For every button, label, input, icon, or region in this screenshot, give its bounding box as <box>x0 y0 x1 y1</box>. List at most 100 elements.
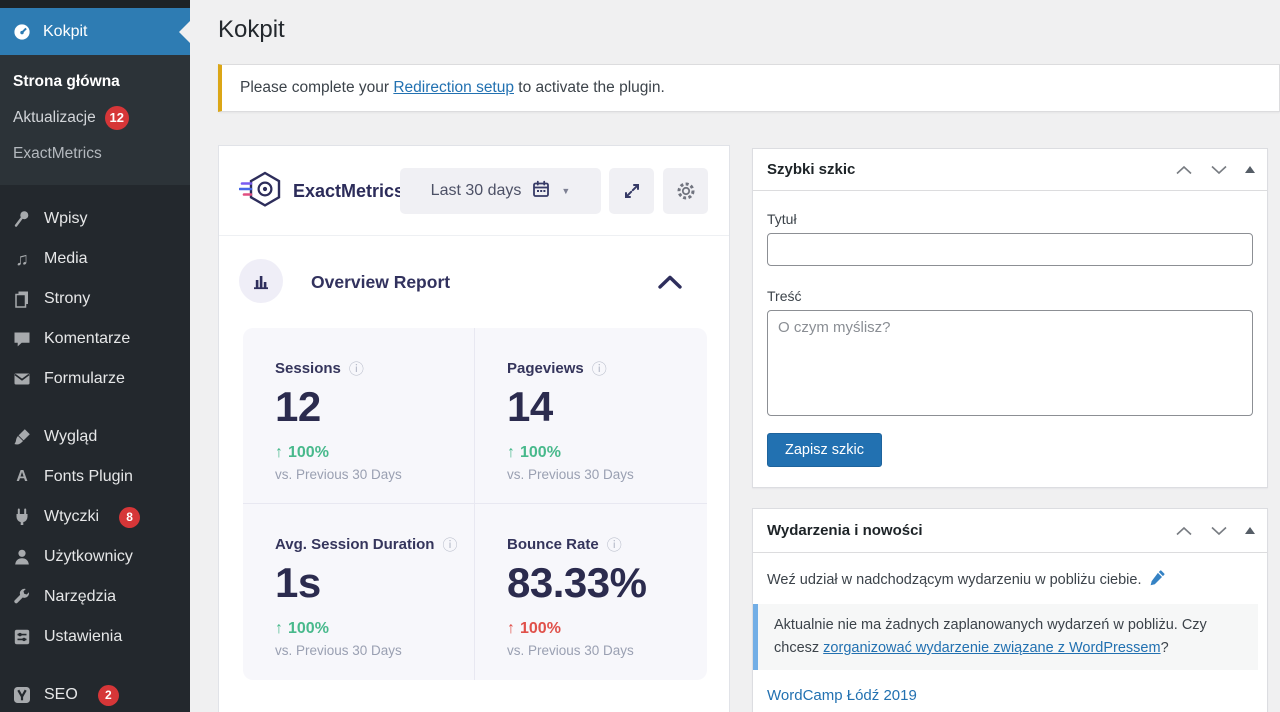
up-arrow-icon: ↑ <box>507 444 515 461</box>
sidebar-item-users[interactable]: Użytkownicy <box>0 537 190 577</box>
draft-title-label: Tytuł <box>767 211 797 227</box>
chevron-down-icon: ▼ <box>561 186 570 196</box>
quick-draft-panel: Szybki szkic Tytuł Treść Zapisz szkic <box>752 148 1268 488</box>
stat-compare: vs. Previous 30 Days <box>507 467 707 482</box>
events-news-title: Wydarzenia i nowości <box>767 522 1175 539</box>
stat-bounce-rate: Bounce Rateⓘ 83.33% ↑100% vs. Previous 3… <box>475 504 707 680</box>
report-settings-button[interactable] <box>663 168 708 214</box>
info-icon[interactable]: ⓘ <box>592 358 607 379</box>
collapse-toggle-icon[interactable] <box>1245 527 1255 534</box>
stat-avg-session-duration: Avg. Session Durationⓘ 1s ↑100% vs. Prev… <box>243 504 475 680</box>
menu-group-content: Wpisy ♫ Media Strony Komentarze <box>0 199 190 399</box>
up-arrow-icon: ↑ <box>275 620 283 637</box>
stat-value: 12 <box>275 383 474 431</box>
info-icon[interactable]: ⓘ <box>607 534 622 555</box>
notice-text: Please complete your Redirection setup t… <box>240 79 665 97</box>
draft-content-label: Treść <box>767 288 801 304</box>
stat-change: ↑100% <box>507 444 707 462</box>
plugins-count-badge: 8 <box>119 507 140 528</box>
up-arrow-icon: ↑ <box>275 444 283 461</box>
adminbar-strip <box>0 0 190 8</box>
sidebar-item-appearance[interactable]: Wygląd <box>0 417 190 457</box>
plug-icon <box>12 507 32 527</box>
info-icon[interactable]: ⓘ <box>349 358 364 379</box>
date-range-button[interactable]: Last 30 days ▼ <box>400 168 601 214</box>
quick-draft-title: Szybki szkic <box>767 161 1175 178</box>
sidebar-item-exactmetrics[interactable]: ExactMetrics <box>0 137 190 171</box>
stat-change: ↑100% <box>275 444 474 462</box>
stat-pageviews: Pageviewsⓘ 14 ↑100% vs. Previous 30 Days <box>475 328 707 504</box>
mail-icon <box>12 369 32 389</box>
chevron-up-icon[interactable] <box>657 274 683 295</box>
quick-draft-header: Szybki szkic <box>753 149 1267 191</box>
save-draft-button[interactable]: Zapisz szkic <box>767 433 882 467</box>
date-range-label: Last 30 days <box>431 182 522 200</box>
sidebar-item-dashboard[interactable]: Kokpit <box>0 8 190 55</box>
pages-icon <box>12 289 32 309</box>
bar-chart-icon <box>239 259 283 303</box>
move-up-icon[interactable] <box>1175 525 1193 537</box>
redirection-notice: Please complete your Redirection setup t… <box>218 64 1280 112</box>
sidebar-item-posts[interactable]: Wpisy <box>0 199 190 239</box>
expand-report-button[interactable] <box>609 168 654 214</box>
draft-content-textarea[interactable] <box>767 310 1253 416</box>
sidebar-item-home[interactable]: Strona główna <box>0 65 190 99</box>
sidebar-item-forms[interactable]: Formularze <box>0 359 190 399</box>
sidebar-item-pages[interactable]: Strony <box>0 279 190 319</box>
exactmetrics-brand: ExactMetrics <box>293 146 401 236</box>
move-down-icon[interactable] <box>1210 525 1228 537</box>
pencil-icon[interactable] <box>1149 569 1166 590</box>
overview-report-title: Overview Report <box>311 236 450 328</box>
sidebar-item-settings[interactable]: Ustawienia <box>0 617 190 657</box>
events-news-panel: Wydarzenia i nowości Weź udział w nadcho… <box>752 508 1268 712</box>
menu-group-site: Wygląd A Fonts Plugin Wtyczki 8 Użytkown… <box>0 417 190 657</box>
pin-icon <box>12 209 32 229</box>
sidebar-item-updates[interactable]: Aktualizacje 12 <box>0 99 190 137</box>
sidebar-item-fonts-plugin[interactable]: A Fonts Plugin <box>0 457 190 497</box>
brush-icon <box>12 427 32 447</box>
collapse-toggle-icon[interactable] <box>1245 166 1255 173</box>
expand-icon <box>622 181 642 201</box>
exactmetrics-panel: ExactMetrics Last 30 days ▼ <box>218 145 730 712</box>
active-menu-arrow <box>179 21 190 43</box>
draft-title-input[interactable] <box>767 233 1253 266</box>
sidebar-item-comments[interactable]: Komentarze <box>0 319 190 359</box>
stat-compare: vs. Previous 30 Days <box>275 643 474 658</box>
info-icon[interactable]: ⓘ <box>442 534 457 555</box>
comment-icon <box>12 329 32 349</box>
calendar-icon <box>532 180 550 203</box>
sidebar-item-plugins[interactable]: Wtyczki 8 <box>0 497 190 537</box>
sidebar-item-tools[interactable]: Narzędzia <box>0 577 190 617</box>
redirection-setup-link[interactable]: Redirection setup <box>393 79 514 96</box>
page-title: Kokpit <box>218 16 285 44</box>
stat-value: 14 <box>507 383 707 431</box>
letter-a-icon: A <box>12 467 32 487</box>
up-arrow-icon: ↑ <box>507 620 515 637</box>
overview-report-header[interactable]: Overview Report <box>219 236 729 328</box>
sliders-icon <box>12 627 32 647</box>
stat-compare: vs. Previous 30 Days <box>507 643 707 658</box>
dashboard-submenu: Strona główna Aktualizacje 12 ExactMetri… <box>0 55 190 185</box>
admin-content: Kokpit Please complete your Redirection … <box>190 0 1280 712</box>
wordcamp-event-link[interactable]: WordCamp Łódź 2019 <box>767 687 917 704</box>
sidebar-item-media[interactable]: ♫ Media <box>0 239 190 279</box>
exactmetrics-header: ExactMetrics Last 30 days ▼ <box>219 146 729 236</box>
move-up-icon[interactable] <box>1175 164 1193 176</box>
stat-change: ↑100% <box>507 620 707 638</box>
events-info-notice: Aktualnie nie ma żadnych zaplanowanych w… <box>753 604 1258 670</box>
events-intro: Weź udział w nadchodzącym wydarzeniu w p… <box>767 569 1166 590</box>
move-down-icon[interactable] <box>1210 164 1228 176</box>
media-icon: ♫ <box>12 249 32 269</box>
menu-group-seo: SEO 2 <box>0 675 190 712</box>
gear-icon <box>675 180 697 202</box>
sidebar-item-seo[interactable]: SEO 2 <box>0 675 190 712</box>
stat-sessions: Sessionsⓘ 12 ↑100% vs. Previous 30 Days <box>243 328 475 504</box>
stat-value: 1s <box>275 559 474 607</box>
admin-sidebar: Kokpit Strona główna Aktualizacje 12 Exa… <box>0 0 190 712</box>
overview-stats-grid: Sessionsⓘ 12 ↑100% vs. Previous 30 Days … <box>243 328 707 680</box>
stat-change: ↑100% <box>275 620 474 638</box>
seo-count-badge: 2 <box>98 685 119 706</box>
updates-count-badge: 12 <box>105 106 129 130</box>
organize-event-link[interactable]: zorganizować wydarzenie związane z WordP… <box>823 640 1160 656</box>
sidebar-item-label: Kokpit <box>43 23 87 41</box>
